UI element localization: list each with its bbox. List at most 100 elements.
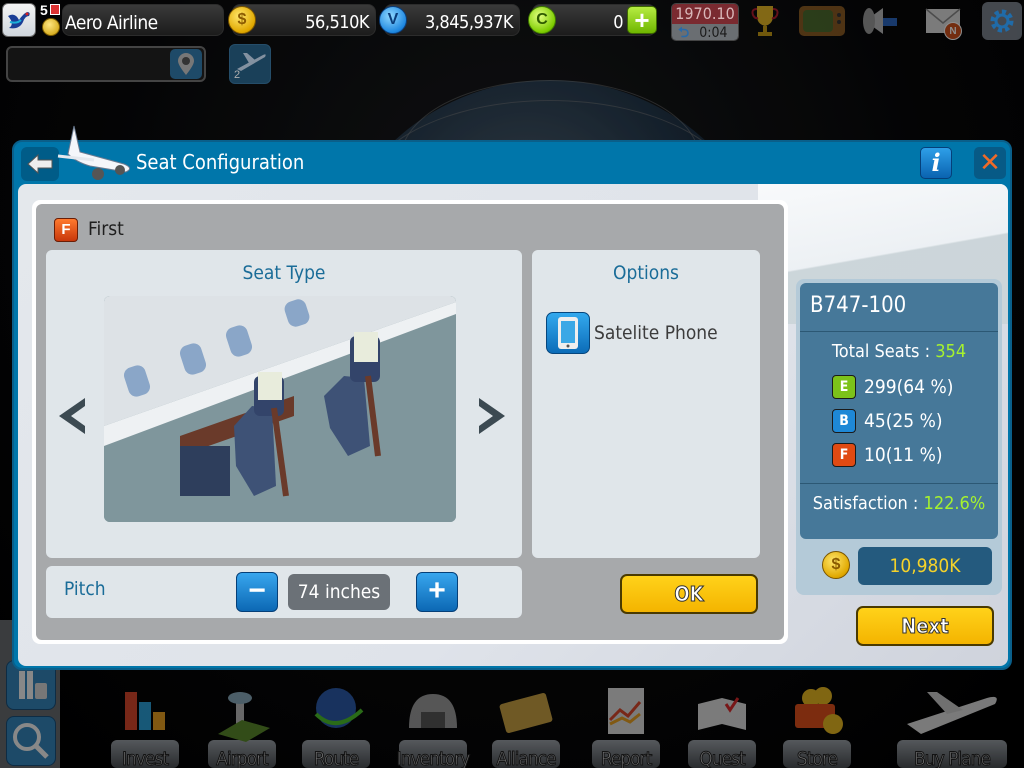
- megaphone-button[interactable]: [860, 2, 902, 40]
- rewind-icon: ⮌: [678, 25, 690, 41]
- options-title: Options: [613, 262, 679, 284]
- first-badge: F: [832, 443, 856, 467]
- chevron-right-icon: [479, 398, 505, 434]
- first-seats: F 10(11 %): [832, 443, 943, 467]
- pitch-panel: Pitch − 74 inches +: [46, 566, 522, 618]
- next-seat-button[interactable]: [472, 394, 512, 438]
- fleet-count: 2: [234, 69, 241, 81]
- v-coins-value: 3,845,937K: [424, 12, 514, 33]
- search-bar: [6, 46, 206, 82]
- info-button[interactable]: i: [920, 147, 952, 179]
- class-name: First: [88, 218, 124, 240]
- next-button[interactable]: Next: [856, 606, 994, 646]
- search-input[interactable]: [12, 52, 172, 76]
- nav-inventory[interactable]: Inventory: [390, 680, 476, 768]
- map-pin-icon: [178, 53, 194, 75]
- timer-value: 0:04: [699, 25, 728, 41]
- gold-coin-icon: $: [228, 6, 256, 34]
- business-badge: B: [832, 409, 856, 433]
- nav-buy-plane[interactable]: Buy Plane: [890, 680, 1014, 768]
- bar-chart-icon: [125, 692, 165, 730]
- plus-icon: +: [634, 5, 650, 35]
- tv-button[interactable]: [796, 2, 848, 40]
- nav-route[interactable]: Route: [298, 680, 374, 768]
- hangar-icon: [409, 694, 457, 728]
- gear-icon: [990, 9, 1014, 33]
- business-seats-value: 45(25 %): [864, 410, 943, 432]
- trophy-icon: [751, 6, 779, 36]
- gold-coin-icon: $: [822, 551, 850, 579]
- airplane-icon: [57, 125, 130, 180]
- options-panel: Options Satelite Phone: [532, 250, 760, 558]
- nav-store[interactable]: Store: [782, 680, 852, 768]
- nav-label: Airport: [216, 748, 270, 768]
- nav-invest[interactable]: Invest: [110, 680, 180, 768]
- tv-icon: [799, 6, 845, 36]
- phone-icon: [546, 312, 590, 354]
- total-seats-value: 354: [935, 341, 967, 362]
- seat-class-panel: F First Seat Type Options Satelite Phone…: [32, 200, 788, 644]
- airline-logo[interactable]: [2, 3, 36, 37]
- seat-type-title: Seat Type: [242, 262, 326, 284]
- dialog-title: Seat Configuration: [136, 150, 305, 174]
- divider: [800, 331, 998, 332]
- plane-model: B747-100: [810, 293, 907, 318]
- nav-label: Buy Plane: [914, 748, 992, 768]
- ok-button[interactable]: OK: [620, 574, 758, 614]
- seat-class-panel-bg: F First Seat Type Options Satelite Phone…: [36, 204, 784, 640]
- nav-label: Inventory: [396, 748, 471, 768]
- pitch-decrease-button[interactable]: −: [236, 572, 278, 612]
- nav-label: Alliance: [496, 748, 557, 768]
- settings-button[interactable]: [982, 2, 1022, 40]
- c-coin-icon: C: [528, 6, 556, 34]
- satisfaction-value: 122.6%: [923, 493, 986, 514]
- pitch-increase-button[interactable]: +: [416, 572, 458, 612]
- gold-coins-value: 56,510K: [305, 12, 369, 33]
- previous-seat-button[interactable]: [52, 394, 92, 438]
- close-button[interactable]: ✕: [974, 147, 1006, 179]
- mail-button[interactable]: N: [922, 2, 964, 40]
- c-coins-value: 0: [613, 12, 623, 33]
- first-seats-value: 10(11 %): [864, 444, 943, 466]
- first-class-badge: F: [54, 218, 78, 242]
- nav-alliance[interactable]: Alliance: [486, 680, 566, 768]
- pitch-label: Pitch: [64, 578, 106, 600]
- player-level: 5: [40, 2, 48, 18]
- seat-configuration-dialog: Seat Configuration i ✕ F First Seat Type: [12, 125, 1012, 670]
- dialog-body: F First Seat Type Options Satelite Phone…: [18, 184, 1008, 666]
- total-cost: 10,980K: [858, 547, 992, 585]
- option-satellite-phone[interactable]: Satelite Phone: [546, 312, 718, 354]
- nav-report[interactable]: Report: [588, 680, 664, 768]
- seat-type-panel: Seat Type: [46, 250, 522, 558]
- nav-label: Invest: [121, 748, 169, 768]
- plane-stats-inner: B747-100 Total Seats : 354 E 299(64 %) B…: [800, 283, 998, 539]
- close-icon: ✕: [979, 147, 1001, 177]
- back-arrow-icon: [27, 153, 53, 175]
- nav-quest[interactable]: Quest: [686, 680, 758, 768]
- trophy-button[interactable]: [744, 2, 786, 40]
- fleet-button[interactable]: 2: [229, 44, 271, 84]
- report-icon: [608, 688, 644, 734]
- total-seats-label: Total Seats :: [831, 341, 936, 362]
- locate-button[interactable]: [170, 49, 202, 79]
- nav-label: Quest: [699, 748, 746, 768]
- airplane-icon: [907, 692, 997, 734]
- plus-icon: +: [428, 574, 446, 607]
- date-value: 1970.10: [672, 4, 738, 24]
- buy-currency-button[interactable]: +: [627, 6, 657, 34]
- quest-book-icon: [698, 697, 746, 730]
- game-date[interactable]: 1970.10 ⮌ 0:04: [671, 3, 739, 41]
- mail-badge: N: [944, 22, 962, 40]
- economy-seats-value: 299(64 %): [864, 376, 954, 398]
- people-search-button[interactable]: [6, 716, 56, 766]
- card-icon: [499, 692, 553, 734]
- option-label: Satelite Phone: [594, 322, 718, 344]
- minus-icon: −: [248, 574, 266, 607]
- coin-basket-icon: [795, 687, 843, 734]
- plane-stats-panel: B747-100 Total Seats : 354 E 299(64 %) B…: [796, 279, 1002, 595]
- divider: [800, 483, 998, 484]
- control-tower-icon: [218, 692, 270, 742]
- chevron-left-icon: [59, 398, 85, 434]
- nav-airport[interactable]: Airport: [204, 680, 280, 768]
- bottom-nav: Invest Airport Route Inventory Alliance: [110, 680, 1024, 768]
